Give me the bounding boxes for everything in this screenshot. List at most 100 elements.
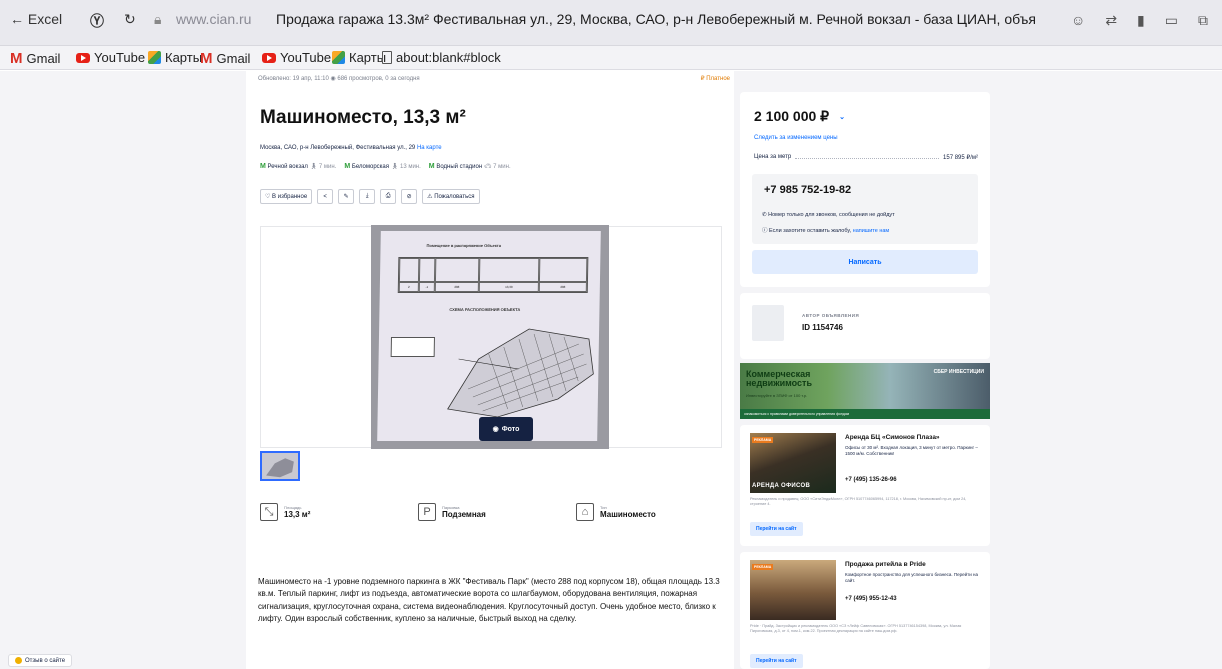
map-link[interactable]: На карте [417, 145, 442, 151]
parking-icon: P [418, 503, 436, 521]
photo-thumbnail[interactable] [260, 451, 300, 481]
metro-icon: M [428, 163, 435, 170]
gmail-icon: M [200, 50, 213, 67]
banner-subtitle: Инвестируйте в ЗПИФ от 100 т.р. [746, 393, 808, 398]
doc-icon [382, 51, 392, 64]
scan-cell: 2 [398, 282, 419, 292]
address-text: Москва, САО, р-н Левобережный, Фестиваль… [260, 145, 416, 151]
spec-type: ⌂ Тип Машиноместо [576, 503, 656, 521]
bookmark-blank[interactable]: about:blank#block [382, 50, 501, 65]
favorite-button[interactable]: ♡ В избранное [260, 189, 313, 204]
price: 2 100 000 ₽ ⌄ [754, 108, 845, 124]
page-title-bar[interactable]: Продажа гаража 13.3м² Фестивальная ул., … [276, 11, 1036, 27]
bookmark-maps[interactable]: Карты [148, 50, 202, 65]
bookmark-gmail[interactable]: M Gmail [10, 50, 60, 67]
paid-badge: ₽ Платное [700, 76, 730, 82]
battery-icon[interactable]: ▭ [1165, 12, 1178, 29]
page: Обновлено: 19 апр, 11:10 ◉ 686 просмотро… [0, 71, 1222, 669]
scan-table: 2 -1 288 13,30 288 [397, 257, 589, 293]
walk-icon: 🚶︎ [309, 164, 318, 170]
spec-list: ⤡ Площадь 13,3 м² P Парковка Подземная ⌂ Т… [260, 503, 720, 533]
download-icon[interactable]: ⤓ [359, 189, 376, 204]
ad-tag: РЕКЛАМА [752, 437, 774, 443]
sber-banner[interactable]: Коммерческая недвижимость Инвестируйте в … [740, 363, 990, 419]
author-label: АВТОР ОБЪЯВЛЕНИЯ [802, 313, 860, 318]
metro-item[interactable]: M Беломорская 🚶︎ 13 мин. [344, 163, 420, 170]
browser-icons: ☺ ⇄ ▮ ▭ ⧉ [1071, 12, 1208, 29]
maps-icon [148, 51, 161, 64]
complaint-link[interactable]: напишите нам [853, 228, 890, 234]
listing-actions: ♡ В избранное < ✎ ⤓ ⎙ ⊘ ⚠ Пожаловаться [260, 189, 480, 204]
maps-icon [332, 51, 345, 64]
bookmark-icon[interactable]: ▮ [1137, 12, 1145, 29]
info-icon: ⓘ [762, 228, 768, 234]
hide-icon[interactable]: ⊘ [401, 189, 418, 204]
feedback-icon [15, 657, 22, 664]
report-button[interactable]: ⚠ Пожаловаться [422, 189, 480, 204]
scan-note [390, 337, 435, 357]
address: Москва, САО, р-н Левобережный, Фестиваль… [260, 145, 442, 151]
spec-area: ⤡ Площадь 13,3 м² [260, 503, 310, 521]
bookmark-gmail[interactable]: M Gmail [200, 50, 250, 67]
follow-price-link[interactable]: Следить за изменением цены [754, 135, 838, 141]
yandex-icon[interactable]: Ⓨ [90, 11, 104, 31]
car-icon: 🚗︎ [483, 164, 492, 170]
youtube-icon [262, 52, 276, 63]
edit-icon[interactable]: ✎ [338, 189, 355, 204]
ad-phone[interactable]: +7 (495) 135-26-96 [845, 477, 897, 483]
metro-item[interactable]: M Речной вокзал 🚶︎ 7 мин. [260, 163, 336, 170]
bookmark-youtube[interactable]: YouTube [76, 50, 145, 65]
metro-icon: M [344, 163, 351, 170]
ad-site-button[interactable]: Перейти на сайт [750, 654, 803, 668]
floor-plan-photo: Помещение в распоряжение Объекта 2 -1 28… [371, 225, 609, 449]
back-button[interactable]: ← Excel [10, 11, 62, 27]
scan-cell: 13,30 [478, 282, 539, 292]
lock-icon[interactable]: 🔒︎ [154, 11, 161, 28]
extension-icon[interactable]: ⧉ [1198, 12, 1208, 29]
ad-title[interactable]: Аренда БЦ «Симонов Плаза» [845, 434, 940, 441]
scan-paper: Помещение в распоряжение Объекта 2 -1 28… [377, 231, 601, 441]
ad-image[interactable]: РЕКЛАМА [750, 560, 836, 620]
ad-text: Комфортное пространство для успешного би… [845, 572, 978, 583]
bookmark-maps[interactable]: Карты [332, 50, 386, 65]
walk-icon: 🚶︎ [390, 164, 399, 170]
photo-button[interactable]: ◉ Фото [479, 417, 533, 441]
author-card: АВТОР ОБЪЯВЛЕНИЯ ID 1154746 [740, 293, 990, 359]
reload-icon[interactable]: ↻ [124, 11, 136, 28]
price-history-icon[interactable]: ⌄ [839, 113, 845, 121]
listing-description: Машиноместо на -1 уровне подземного парк… [258, 577, 720, 624]
scan-cell: -1 [418, 282, 435, 292]
chat-icon[interactable]: ☺ [1071, 12, 1085, 29]
print-icon[interactable]: ⎙ [380, 189, 397, 204]
area-icon: ⤡ [260, 503, 278, 521]
feedback-button[interactable]: Отзыв о сайте [8, 654, 73, 667]
ad-legal: Pride · Прайд. Застройщик и рекламодател… [750, 624, 962, 634]
banner-title: Коммерческая недвижимость [746, 369, 812, 389]
photo-gallery[interactable]: Помещение в распоряжение Объекта 2 -1 28… [260, 225, 722, 449]
metro-item[interactable]: M Водный стадион 🚗︎ 7 мин. [429, 163, 511, 170]
write-button[interactable]: Написать [752, 250, 978, 274]
url-host[interactable]: www.cian.ru [176, 11, 251, 27]
ad-card: РЕКЛАМА Продажа ритейла в Pride Комфортн… [740, 552, 990, 669]
banner-footer: ознакомиться с правилами доверительного … [740, 409, 990, 419]
scan-subheading: СХЕМА РАСПОЛОЖЕНИЯ ОБЪЕКТА [449, 307, 521, 312]
phone-number[interactable]: +7 985 752-19-82 [764, 184, 851, 196]
share-icon[interactable]: < [317, 189, 334, 204]
listing-title: Машиноместо, 13,3 м² [260, 107, 466, 128]
translate-icon[interactable]: ⇄ [1105, 12, 1117, 29]
ad-site-button[interactable]: Перейти на сайт [750, 522, 803, 536]
metro-list: M Речной вокзал 🚶︎ 7 мин. M Беломорская … [260, 163, 511, 170]
ad-title[interactable]: Продажа ритейла в Pride [845, 561, 926, 568]
price-per-meter: Цена за метр 157 895 ₽/м² [754, 154, 978, 161]
listing-meta: Обновлено: 19 апр, 11:10 ◉ 686 просмотро… [258, 76, 420, 82]
author-id[interactable]: ID 1154746 [802, 323, 843, 332]
scan-heading: Помещение в распоряжение Объекта [426, 243, 502, 248]
browser-toolbar: ← Excel Ⓨ ↻ 🔒︎ www.cian.ru Продажа гараж… [0, 0, 1222, 46]
phone-icon: ✆ [762, 212, 767, 218]
ad-text: Офисы от 30 м². Входная локация, 3 минут… [845, 445, 978, 456]
ad-phone[interactable]: +7 (495) 955-12-43 [845, 596, 897, 602]
thumbnail-plan [266, 458, 294, 478]
bookmark-youtube[interactable]: YouTube [262, 50, 331, 65]
ad-legal: Рекламодатель и продавец: ООО «СитиЭнджМ… [750, 497, 967, 507]
ad-image[interactable]: РЕКЛАМА АРЕНДА ОФИСОВ [750, 433, 836, 493]
